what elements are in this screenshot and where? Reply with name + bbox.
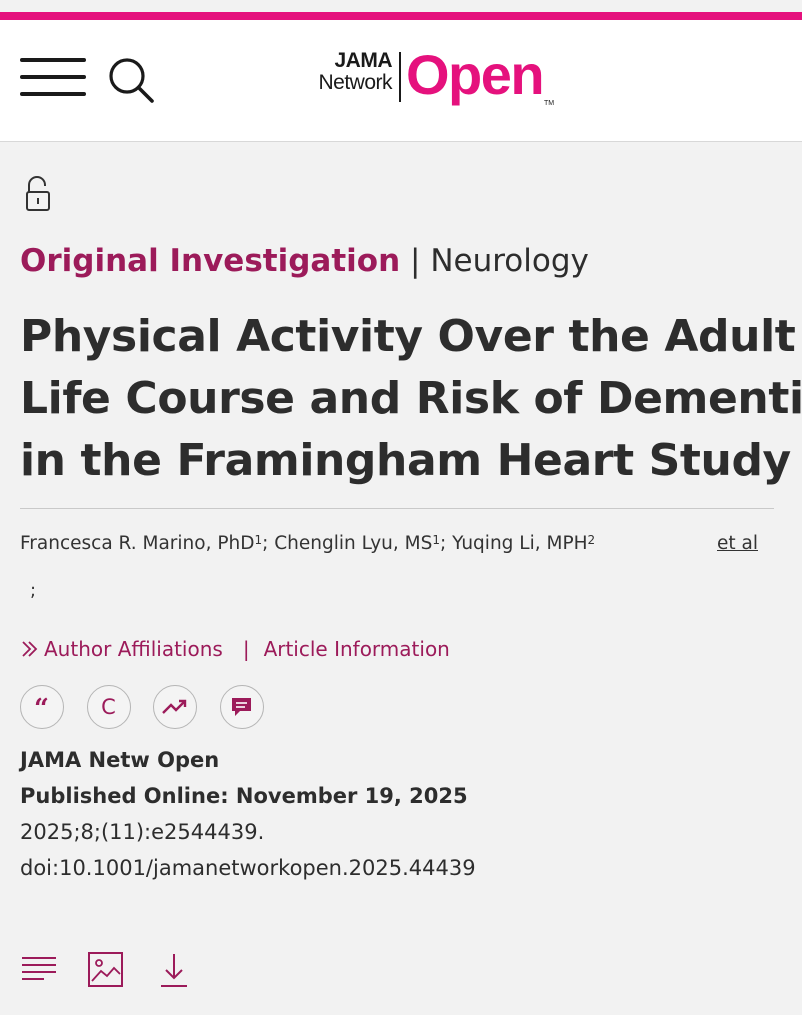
figures-icon[interactable] <box>88 952 124 992</box>
title-line: Physical Activity Over the Adult <box>20 311 796 362</box>
et-al-link[interactable]: et al <box>717 530 758 558</box>
author-name[interactable]: Chenglin Lyu, MS <box>274 533 432 554</box>
permissions-button[interactable]: C <box>87 685 131 729</box>
logo-trademark: TM <box>544 100 555 107</box>
citation-volume: 2025;8;(11):e2544439. <box>20 820 265 844</box>
author-affiliation-number: 1 <box>254 533 263 547</box>
article-type-separator: | <box>410 243 421 279</box>
cite-button[interactable]: “ <box>20 685 64 729</box>
author-separator: ; <box>262 533 269 554</box>
title-line: in the Framingham Heart Study <box>20 435 791 486</box>
author-name[interactable]: Francesca R. Marino, PhD <box>20 533 254 554</box>
svg-text:“: “ <box>34 694 49 724</box>
published-date: Published Online: November 19, 2025 <box>20 784 468 808</box>
author-affiliations-link[interactable]: Author Affiliations <box>44 637 223 661</box>
author-list: Francesca R. Marino, PhD1; Chenglin Lyu,… <box>20 530 595 558</box>
article-information-link[interactable]: Article Information <box>264 637 450 661</box>
logo-network-text: Network <box>318 71 392 94</box>
article-type-line: Original Investigation | Neurology <box>20 242 589 280</box>
article-info-links: Author Affiliations | Article Information <box>20 634 450 664</box>
permissions-icon: C <box>88 686 129 727</box>
citation-info: JAMA Netw Open Published Online: Novembe… <box>20 742 476 886</box>
chevron-right-icon <box>20 634 44 664</box>
cite-icon: “ <box>21 686 62 727</box>
comments-icon <box>221 686 262 727</box>
title-line: Life Course and Risk of Dementia <box>20 373 802 424</box>
journal-name: JAMA Netw Open <box>20 748 220 772</box>
metrics-icon <box>154 686 195 727</box>
article-subject: Neurology <box>430 243 589 279</box>
author-name[interactable]: Yuqing Li, MPH <box>452 533 587 554</box>
comments-button[interactable] <box>220 685 264 729</box>
site-header: JAMA Network Open TM <box>0 20 802 142</box>
logo-open-text: Open <box>406 43 545 106</box>
metrics-button[interactable] <box>153 685 197 729</box>
logo-divider <box>399 52 401 102</box>
article-title: Physical Activity Over the Adult Life Co… <box>20 306 802 492</box>
article-type-link[interactable]: Original Investigation <box>20 243 400 279</box>
download-icon[interactable] <box>158 952 190 994</box>
author-affiliation-number: 1 <box>432 533 441 547</box>
search-icon[interactable] <box>106 56 158 106</box>
links-separator: | <box>242 637 250 661</box>
author-trailing-separator: ; <box>30 580 37 601</box>
logo-jama-text: JAMA <box>334 49 392 72</box>
jama-network-open-logo[interactable]: JAMA Network Open TM <box>300 43 560 108</box>
title-divider <box>20 508 774 509</box>
svg-text:C: C <box>101 695 116 719</box>
doi-text[interactable]: doi:10.1001/jamanetworkopen.2025.44439 <box>20 850 476 886</box>
hamburger-menu-icon[interactable] <box>20 58 86 98</box>
author-affiliation-number: 2 <box>587 533 596 547</box>
author-separator: ; <box>440 533 447 554</box>
open-lock-icon <box>24 174 52 214</box>
brand-bar <box>0 12 802 20</box>
outline-icon[interactable] <box>20 952 58 992</box>
